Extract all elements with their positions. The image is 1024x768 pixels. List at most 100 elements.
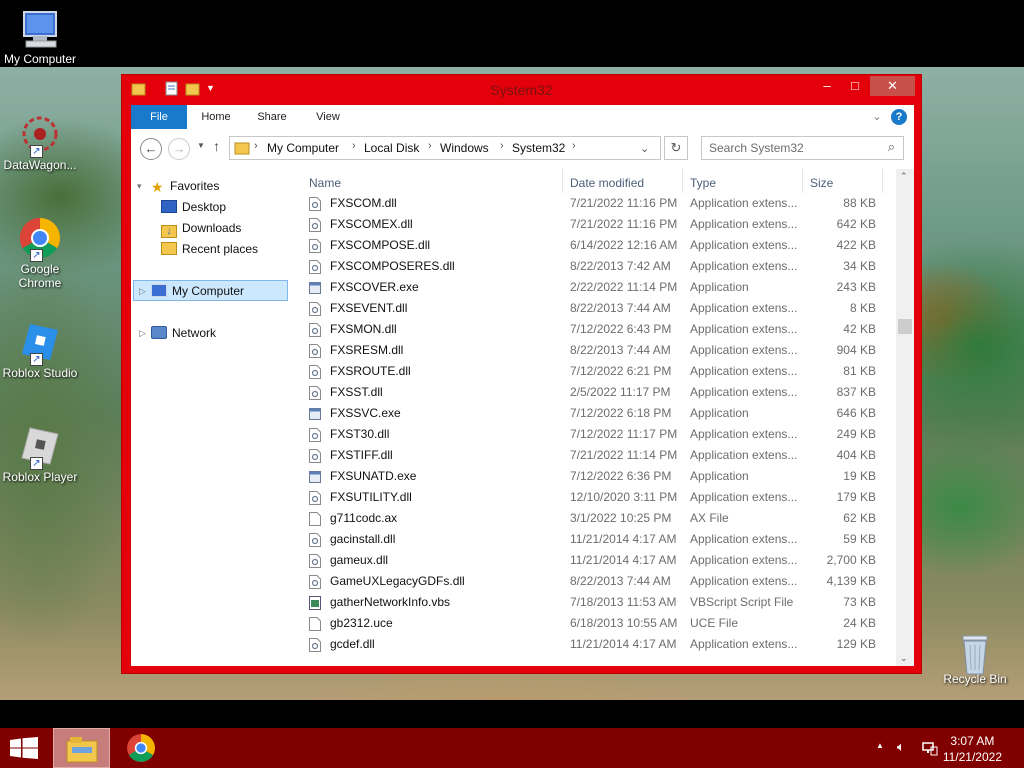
refresh-button[interactable]: ↻: [664, 136, 688, 160]
file-row[interactable]: FXSCOM.dll 7/21/2022 11:16 PM Application …: [301, 193, 891, 214]
scrollbar-thumb[interactable]: [898, 319, 912, 334]
tray-overflow-icon[interactable]: ▲: [876, 741, 884, 750]
nav-network[interactable]: Network: [151, 323, 216, 343]
address-bar[interactable]: › My Computer › Local Disk › Windows › S…: [229, 136, 661, 160]
tab-file[interactable]: File: [131, 105, 187, 129]
file-row[interactable]: FXSCOMPOSE.dll 6/14/2022 12:16 AM Applicat…: [301, 235, 891, 256]
file-row[interactable]: FXSRESM.dll 8/22/2013 7:44 AM Application …: [301, 340, 891, 361]
file-row[interactable]: FXSSVC.exe 7/12/2022 6:18 PM Application 64…: [301, 403, 891, 424]
my-computer-expander-icon[interactable]: ▷: [139, 281, 146, 301]
file-type: Application: [690, 469, 749, 483]
file-row[interactable]: FXST30.dll 7/12/2022 11:17 PM Application …: [301, 424, 891, 445]
file-row[interactable]: g711codc.ax 3/1/2022 10:25 PM AX File 62 KB: [301, 508, 891, 529]
help-icon[interactable]: ?: [891, 109, 907, 125]
file-row[interactable]: FXSST.dll 2/5/2022 11:17 PM Application ex…: [301, 382, 891, 403]
desktop-icon-my-computer[interactable]: My Computer: [0, 8, 80, 66]
column-header-size[interactable]: Size: [810, 173, 833, 193]
address-dropdown-icon[interactable]: ⌄: [640, 142, 649, 155]
desktop-icon-roblox-studio[interactable]: ↗ Roblox Studio: [0, 320, 80, 380]
file-row[interactable]: FXSCOMEX.dll 7/21/2022 11:16 PM Applicatio…: [301, 214, 891, 235]
tab-share[interactable]: Share: [249, 105, 295, 129]
file-row[interactable]: gatherNetworkInfo.vbs 7/18/2013 11:53 AM V…: [301, 592, 891, 613]
file-row[interactable]: FXSEVENT.dll 8/22/2013 7:44 AM Application…: [301, 298, 891, 319]
file-type: Application extens...: [690, 637, 798, 651]
network-tray-icon[interactable]: [922, 740, 938, 761]
nav-favorites[interactable]: ★ Favorites: [151, 176, 219, 196]
recent-locations-chevron-icon[interactable]: ▼: [197, 141, 205, 150]
scroll-down-icon[interactable]: ⌄: [900, 653, 908, 664]
breadcrumb-separator[interactable]: ›: [572, 140, 576, 152]
breadcrumb-local-disk[interactable]: Local Disk: [364, 141, 419, 155]
desktop-icon-recycle-bin[interactable]: Recycle Bin: [935, 628, 1015, 686]
up-arrow-icon[interactable]: ↑: [213, 138, 220, 154]
desktop-black-top: [0, 0, 1024, 67]
taskbar-chrome[interactable]: [123, 731, 159, 768]
shortcut-arrow-icon: ↗: [30, 145, 43, 158]
tab-home[interactable]: Home: [193, 105, 239, 129]
desktop-icon-roblox-player[interactable]: ↗ Roblox Player: [0, 424, 80, 484]
breadcrumb-separator[interactable]: ›: [500, 140, 504, 152]
breadcrumb-my-computer[interactable]: My Computer: [267, 141, 339, 155]
breadcrumb-system32[interactable]: System32: [512, 141, 565, 155]
column-divider[interactable]: [802, 169, 803, 193]
file-row[interactable]: gb2312.uce 6/18/2013 10:55 AM UCE File 24 K…: [301, 613, 891, 634]
column-header-name[interactable]: Name: [309, 173, 341, 193]
close-button[interactable]: ✕: [870, 76, 915, 96]
file-row[interactable]: FXSCOMPOSERES.dll 8/22/2013 7:42 AM Applic…: [301, 256, 891, 277]
tab-view[interactable]: View: [305, 105, 351, 129]
file-name: GameUXLegacyGDFs.dll: [330, 574, 465, 588]
nav-recent-places[interactable]: Recent places: [161, 239, 258, 259]
file-row[interactable]: gameux.dll 11/21/2014 4:17 AM Application …: [301, 550, 891, 571]
file-type: Application extens...: [690, 364, 798, 378]
file-name: FXSRESM.dll: [330, 343, 404, 357]
file-name: gacinstall.dll: [330, 532, 396, 546]
search-input[interactable]: Search System32 ⌕: [701, 136, 904, 160]
windows-logo-icon: [10, 737, 38, 759]
shortcut-arrow-icon: ↗: [30, 457, 43, 470]
taskbar-clock[interactable]: 3:07 AM 11/21/2022: [943, 733, 1002, 765]
scroll-up-icon[interactable]: ⌃: [900, 171, 908, 182]
windows-start-button[interactable]: [10, 737, 38, 764]
explorer-window: ▼ System32 – □ ✕ File Home Share View ⌄ …: [121, 74, 922, 674]
back-button[interactable]: ←: [140, 138, 162, 160]
file-size: 249 KB: [836, 427, 876, 441]
desktop-icon-google-chrome[interactable]: ↗ Google Chrome: [0, 216, 80, 290]
column-divider[interactable]: [882, 169, 883, 193]
nav-desktop[interactable]: Desktop: [161, 197, 226, 217]
nav-my-computer[interactable]: My Computer: [151, 281, 244, 301]
column-divider[interactable]: [682, 169, 683, 193]
file-row[interactable]: FXSMON.dll 7/12/2022 6:43 PM Application e…: [301, 319, 891, 340]
nav-downloads[interactable]: ↓ Downloads: [161, 218, 241, 238]
desktop-icon-label: Roblox Studio: [2, 366, 78, 380]
title-bar[interactable]: ▼ System32 – □ ✕: [122, 75, 921, 105]
file-row[interactable]: FXSCOVER.exe 2/22/2022 11:14 PM Applicatio…: [301, 277, 891, 298]
minimize-button[interactable]: –: [814, 76, 840, 96]
file-row[interactable]: gcdef.dll 11/21/2014 4:17 AM Application e…: [301, 634, 891, 655]
breadcrumb-separator[interactable]: ›: [428, 140, 432, 152]
breadcrumb-windows[interactable]: Windows: [440, 141, 489, 155]
file-row[interactable]: gacinstall.dll 11/21/2014 4:17 AM Applicat…: [301, 529, 891, 550]
breadcrumb-separator[interactable]: ›: [254, 140, 258, 152]
taskbar-file-explorer[interactable]: [53, 728, 110, 768]
file-row[interactable]: FXSUTILITY.dll 12/10/2020 3:11 PM Applicat…: [301, 487, 891, 508]
maximize-button[interactable]: □: [842, 76, 868, 96]
file-row[interactable]: FXSUNATD.exe 7/12/2022 6:36 PM Application…: [301, 466, 891, 487]
column-divider[interactable]: [562, 169, 563, 193]
desktop-icon-label: DataWagon...: [3, 158, 77, 172]
search-placeholder: Search System32: [709, 141, 804, 155]
ribbon-expand-icon[interactable]: ⌄: [869, 105, 885, 129]
file-row[interactable]: FXSROUTE.dll 7/12/2022 6:21 PM Application…: [301, 361, 891, 382]
forward-button[interactable]: →: [168, 138, 190, 160]
column-header-type[interactable]: Type: [690, 173, 716, 193]
breadcrumb-separator[interactable]: ›: [352, 140, 356, 152]
dll-icon: [309, 638, 321, 652]
favorites-expander-icon[interactable]: ▾: [137, 176, 142, 196]
network-expander-icon[interactable]: ▷: [139, 323, 146, 343]
volume-icon[interactable]: 🔈︎: [897, 739, 905, 755]
column-header-date[interactable]: Date modified: [570, 173, 644, 193]
file-row[interactable]: GameUXLegacyGDFs.dll 8/22/2013 7:44 AM App…: [301, 571, 891, 592]
vertical-scrollbar[interactable]: ⌃ ⌄: [896, 169, 914, 666]
desktop-icon-datawagon[interactable]: ↗ DataWagon...: [0, 112, 80, 172]
file-date: 7/18/2013 11:53 AM: [570, 595, 677, 609]
file-row[interactable]: FXSTIFF.dll 7/21/2022 11:14 PM Application…: [301, 445, 891, 466]
